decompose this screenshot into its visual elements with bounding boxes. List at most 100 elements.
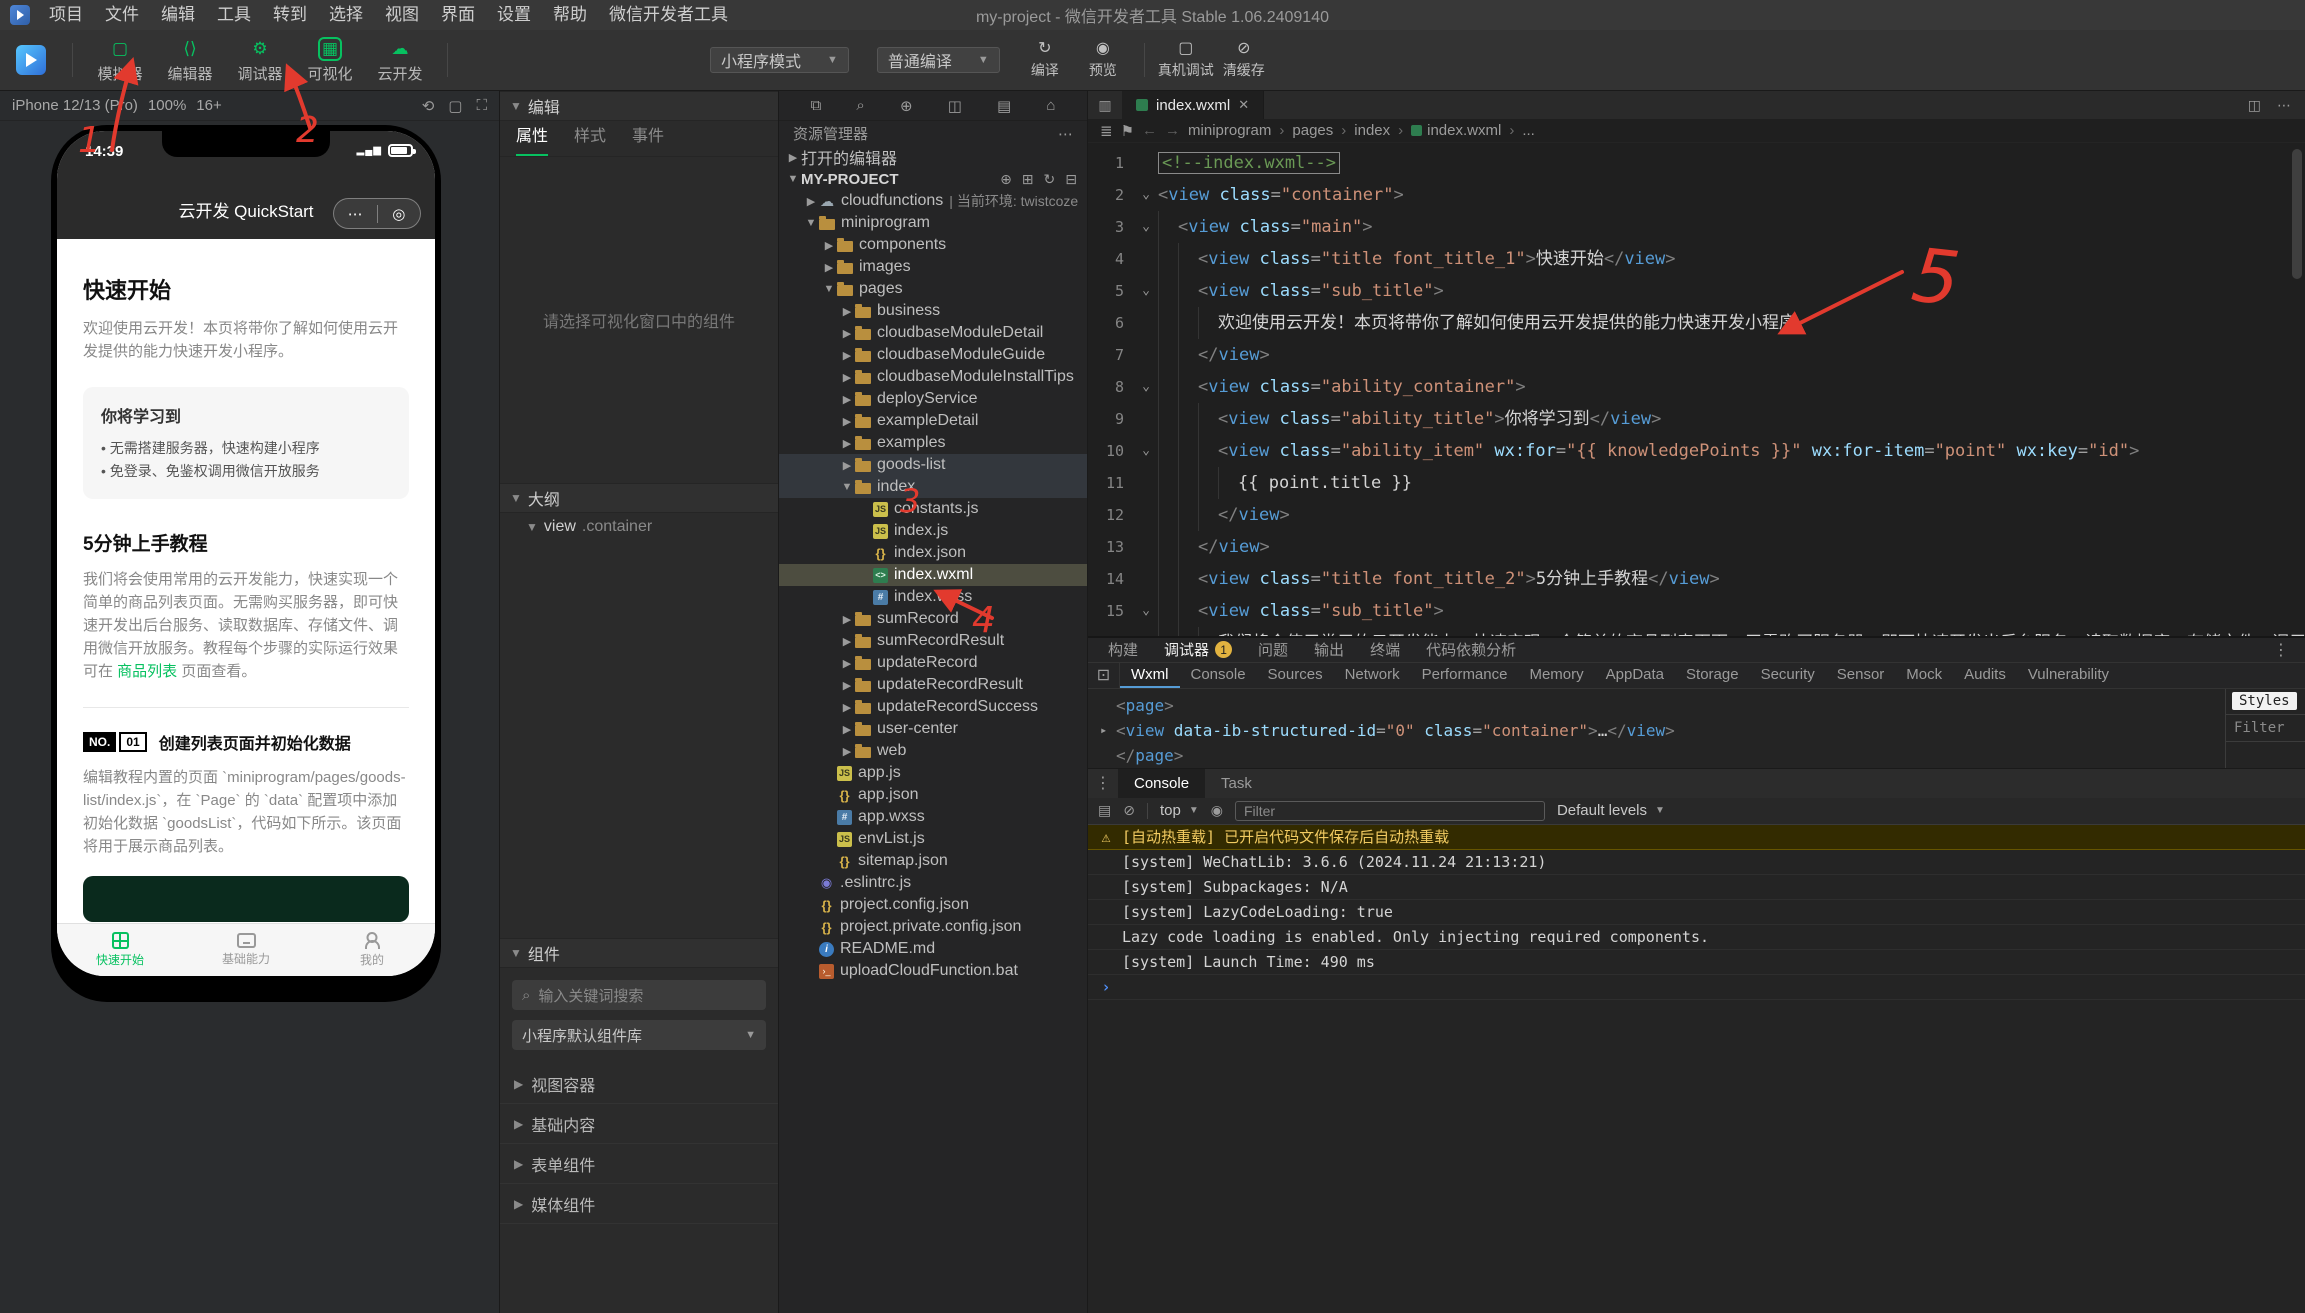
files-icon[interactable]: ⧉ (811, 97, 822, 114)
console-tab-Console[interactable]: Console (1118, 768, 1206, 798)
devtools-tab-AppData[interactable]: AppData (1595, 663, 1675, 688)
tree-item-sitemap.json[interactable]: {} sitemap.json (779, 850, 1087, 872)
outline-item-view[interactable]: ▼ view .container (500, 513, 778, 541)
screenshot-icon[interactable]: ▢ (448, 97, 462, 115)
editor-tab-index-wxml[interactable]: index.wxml ✕ (1122, 91, 1265, 119)
tab-事件[interactable]: 事件 (632, 122, 664, 156)
styles-filter-input[interactable]: Filter (2226, 715, 2305, 742)
mode-select[interactable]: 小程序模式 ▼ (710, 47, 849, 73)
menu-item[interactable]: 工具 (206, 0, 262, 30)
fold-icon[interactable]: ⌄ (1134, 435, 1158, 467)
tree-item-project.private.config.json[interactable]: {} project.private.config.json (779, 916, 1087, 938)
list-icon[interactable]: ≣ (1100, 122, 1113, 140)
menu-item[interactable]: 编辑 (150, 0, 206, 30)
clear-console-icon[interactable]: ⊘ (1123, 802, 1135, 819)
book-icon[interactable]: ⌂ (1046, 97, 1055, 114)
action-button-真机调试[interactable]: ▢ 真机调试 (1157, 40, 1215, 80)
tree-item-index.wxml[interactable]: <> index.wxml (779, 564, 1087, 586)
tree-item-cloudfunctions[interactable]: ▶ ☁ cloudfunctions | 当前环境: twistcoze (779, 190, 1087, 212)
device-select[interactable]: iPhone 12/13 (Pro) (12, 97, 138, 114)
devtools-tab-Security[interactable]: Security (1750, 663, 1826, 688)
forward-icon[interactable]: → (1165, 122, 1180, 139)
fold-icon[interactable]: ⌄ (1134, 595, 1158, 627)
menu-item[interactable]: 项目 (38, 0, 94, 30)
console-filter-input[interactable]: Filter (1234, 800, 1545, 821)
devtools-tab-Memory[interactable]: Memory (1518, 663, 1594, 688)
tree-item-sumRecord[interactable]: ▶ sumRecord (779, 608, 1087, 630)
action-button-清缓存[interactable]: ⊘ 清缓存 (1215, 40, 1273, 80)
rotate-icon[interactable]: ⟲ (422, 97, 435, 115)
breadcrumb-item-pages[interactable]: pages (1292, 122, 1333, 139)
component-library-select[interactable]: 小程序默认组件库 ▼ (512, 1020, 766, 1050)
tree-item-app.wxss[interactable]: # app.wxss (779, 806, 1087, 828)
tree-item-uploadCloudFunction.bat[interactable]: ›_ uploadCloudFunction.bat (779, 960, 1087, 982)
code-line[interactable]: 6 欢迎使用云开发！本页将带你了解如何使用云开发提供的能力快速开发小程序。 (1088, 307, 2305, 339)
tree-item-app.js[interactable]: JS app.js (779, 762, 1087, 784)
tab-styles[interactable]: Styles (2232, 692, 2297, 710)
edit-section-header[interactable]: ▼ 编辑 (500, 91, 778, 121)
zoom-select[interactable]: 100% (148, 97, 186, 114)
outline-section-header[interactable]: ▼ 大纲 (500, 483, 778, 513)
close-icon[interactable]: ✕ (1238, 97, 1249, 113)
tab-样式[interactable]: 样式 (574, 122, 606, 156)
tree-item-.eslintrc.js[interactable]: ◉ .eslintrc.js (779, 872, 1087, 894)
debug-tab-问题[interactable]: 问题 (1246, 638, 1300, 662)
fold-icon[interactable]: ⌄ (1134, 179, 1158, 211)
tree-item-cloudbaseModuleDetail[interactable]: ▶ cloudbaseModuleDetail (779, 322, 1087, 344)
menu-item[interactable]: 选择 (318, 0, 374, 30)
network-select[interactable]: 16+ (196, 97, 221, 114)
tree-item-index[interactable]: ▼ index (779, 476, 1087, 498)
tree-item-cloudbaseModuleInstallTips[interactable]: ▶ cloudbaseModuleInstallTips (779, 366, 1087, 388)
component-search-input[interactable]: ⌕ 输入关键词搜索 (512, 980, 766, 1010)
fullscreen-icon[interactable]: ⛶ (476, 97, 487, 115)
search-icon[interactable]: ⌕ (856, 97, 864, 114)
action-button-编译[interactable]: ↻ 编译 (1016, 40, 1074, 80)
menu-item[interactable]: 文件 (94, 0, 150, 30)
code-line[interactable]: 3 ⌄ <view class="main"> (1088, 211, 2305, 243)
breadcrumb-item-...[interactable]: ... (1522, 122, 1535, 139)
tree-item-envList.js[interactable]: JS envList.js (779, 828, 1087, 850)
code-line[interactable]: 4 <view class="title font_title_1">快速开始</… (1088, 243, 2305, 275)
breadcrumb-item-index[interactable]: index (1354, 122, 1390, 139)
code-line[interactable]: 5 ⌄ <view class="sub_title"> (1088, 275, 2305, 307)
code-line[interactable]: 14 <view class="title font_title_2">5分钟上手… (1088, 563, 2305, 595)
code-line[interactable]: 9 <view class="ability_title">你将学习到</view… (1088, 403, 2305, 435)
breadcrumb-item-miniprogram[interactable]: miniprogram (1188, 122, 1271, 139)
toolbar-button-调试器[interactable]: ⚙ 调试器 (225, 37, 295, 84)
devtools-tab-Wxml[interactable]: Wxml (1120, 663, 1180, 688)
component-category-媒体组件[interactable]: ▶ 媒体组件 (500, 1184, 778, 1224)
component-category-表单组件[interactable]: ▶ 表单组件 (500, 1144, 778, 1184)
fold-icon[interactable]: ⌄ (1134, 275, 1158, 307)
debug-tab-终端[interactable]: 终端 (1358, 638, 1412, 662)
tree-item-index.json[interactable]: {} index.json (779, 542, 1087, 564)
split-icon[interactable]: ◫ (948, 97, 962, 115)
tree-item-cloudbaseModuleGuide[interactable]: ▶ cloudbaseModuleGuide (779, 344, 1087, 366)
tree-item-exampleDetail[interactable]: ▶ exampleDetail (779, 410, 1087, 432)
debug-tab-构建[interactable]: 构建 (1096, 638, 1150, 662)
code-line[interactable]: 7 </view> (1088, 339, 2305, 371)
open-editors-row[interactable]: ▶ 打开的编辑器 (779, 146, 1087, 168)
bookmark-icon[interactable]: ⚑ (1121, 122, 1134, 140)
devtools-tab-Performance[interactable]: Performance (1411, 663, 1519, 688)
component-category-视图容器[interactable]: ▶ 视图容器 (500, 1064, 778, 1104)
tree-item-miniprogram[interactable]: ▼ miniprogram (779, 212, 1087, 234)
editor-layout-icon[interactable]: ▥ (1088, 91, 1122, 119)
tree-item-pages[interactable]: ▼ pages (779, 278, 1087, 300)
tree-item-updateRecordSuccess[interactable]: ▶ updateRecordSuccess (779, 696, 1087, 718)
compile-select[interactable]: 普通编译 ▼ (876, 47, 1000, 73)
tabbar-item-我的[interactable]: 我的 (309, 924, 435, 976)
toolbar-button-可视化[interactable]: ▦ 可视化 (295, 36, 365, 84)
tree-item-project.config.json[interactable]: {} project.config.json (779, 894, 1087, 916)
tree-item-constants.js[interactable]: JS constants.js (779, 498, 1087, 520)
inspect-icon[interactable]: ⊡ (1088, 662, 1120, 688)
tree-item-goods-list[interactable]: ▶ goods-list (779, 454, 1087, 476)
devtools-tab-Storage[interactable]: Storage (1675, 663, 1750, 688)
tree-item-index.js[interactable]: JS index.js (779, 520, 1087, 542)
scrollbar[interactable] (2292, 149, 2302, 279)
context-select[interactable]: top ▼ (1160, 802, 1199, 819)
new-file-icon[interactable]: ⊕ (1000, 171, 1012, 188)
more-actions-icon[interactable]: ⋯ (1058, 125, 1073, 143)
devtools-tab-Network[interactable]: Network (1334, 663, 1411, 688)
new-file-icon[interactable]: ⊕ (900, 97, 913, 115)
console-message[interactable]: › (1088, 975, 2305, 1000)
